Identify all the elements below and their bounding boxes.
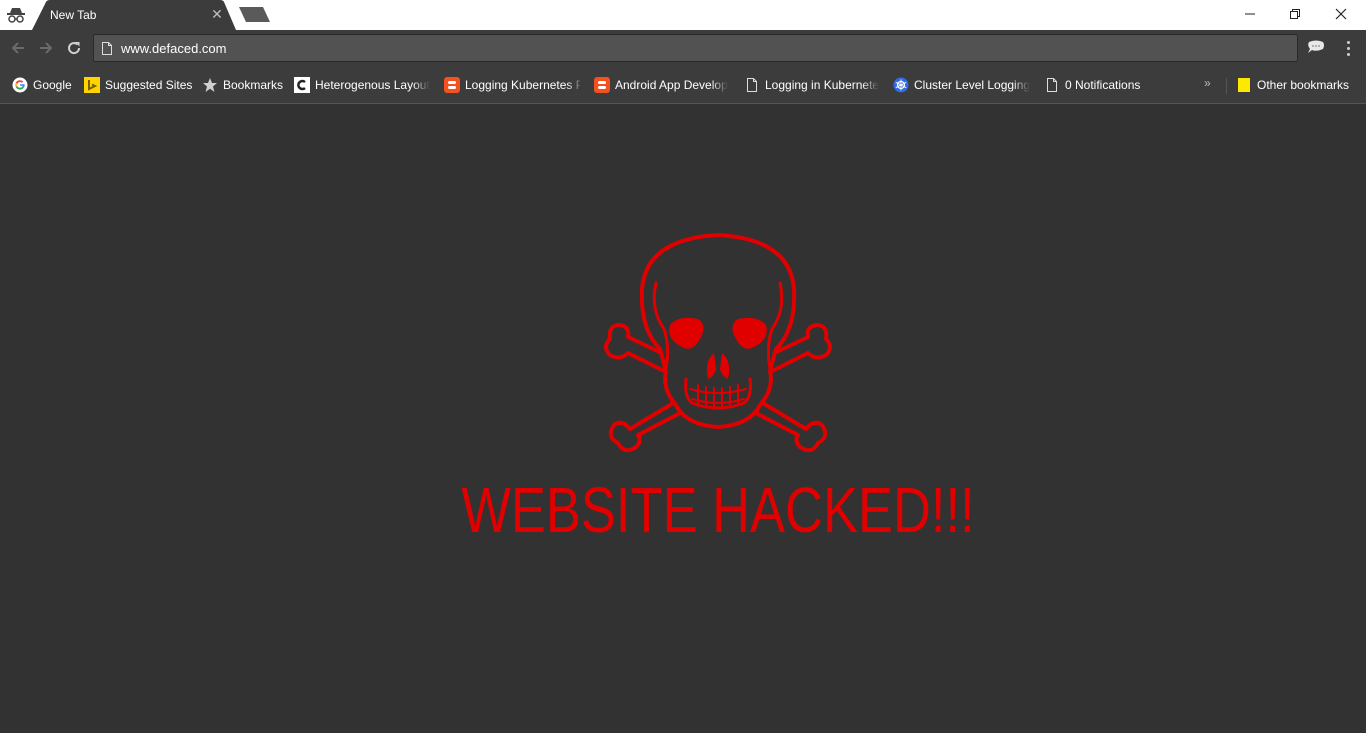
tab-title: New Tab (50, 8, 97, 22)
reload-button[interactable] (63, 37, 85, 59)
c-logo-icon (294, 77, 310, 93)
page-icon (1044, 77, 1060, 93)
bookmark-heterogenous-layout[interactable]: Heterogenous Layout (294, 76, 430, 94)
page-icon (102, 42, 112, 55)
tab-close-icon[interactable]: ✕ (210, 6, 224, 22)
bookmark-label: Google (33, 78, 72, 92)
close-window-button[interactable] (1318, 0, 1364, 28)
reload-icon (68, 42, 81, 55)
toolbar: www.defaced.com (0, 30, 1366, 66)
arrow-right-icon (40, 42, 53, 54)
url-text[interactable]: www.defaced.com (121, 41, 227, 56)
hacked-headline: WEBSITE HACKED!!! (461, 474, 975, 546)
star-icon (202, 77, 218, 93)
bookmark-label: Logging Kubernetes P (465, 78, 580, 92)
bookmarks-bar: Google Suggested Sites Bookmarks Heterog… (0, 66, 1366, 104)
bookmark-label: Android App Develop (615, 78, 728, 92)
forward-button[interactable] (35, 37, 57, 59)
bookmark-android-app[interactable]: Android App Develop (594, 76, 730, 94)
bookmark-logging-in-kubernetes[interactable]: Logging in Kubernete (744, 76, 880, 94)
bookmark-notifications[interactable]: 0 Notifications (1044, 76, 1140, 94)
new-tab-button[interactable] (237, 7, 273, 23)
folder-icon (1236, 77, 1252, 93)
title-bar: New Tab ✕ (0, 0, 1366, 30)
minimize-button[interactable] (1227, 0, 1273, 28)
kubernetes-icon (893, 77, 909, 93)
bookmark-label: Cluster Level Logging (914, 78, 1031, 92)
back-button[interactable] (7, 37, 29, 59)
other-bookmarks[interactable]: Other bookmarks (1236, 76, 1349, 94)
google-icon (12, 77, 28, 93)
menu-icon[interactable] (1340, 39, 1356, 57)
bookmark-logging-kubernetes[interactable]: Logging Kubernetes P (444, 76, 580, 94)
skull-and-crossbones-icon (604, 233, 832, 453)
bookmark-cluster-level-logging[interactable]: Cluster Level Logging (893, 76, 1031, 94)
bookmarks-divider (1226, 78, 1227, 94)
incognito-icon (6, 6, 26, 24)
bing-icon (84, 77, 100, 93)
bookmark-suggested-sites[interactable]: Suggested Sites (84, 76, 192, 94)
bookmark-label: Suggested Sites (105, 78, 193, 92)
close-icon (1335, 8, 1347, 20)
bookmark-label: 0 Notifications (1065, 78, 1141, 92)
bookmark-bookmarks[interactable]: Bookmarks (202, 76, 283, 94)
blogger-icon (444, 77, 460, 93)
page-content: WEBSITE HACKED!!! (0, 105, 1366, 733)
other-bookmarks-label: Other bookmarks (1257, 78, 1350, 92)
minimize-icon (1245, 13, 1255, 15)
bookmark-label: Bookmarks (223, 78, 284, 92)
restore-icon (1290, 9, 1300, 19)
page-icon (744, 77, 760, 93)
restore-button[interactable] (1272, 0, 1318, 28)
tab-new-tab[interactable]: New Tab ✕ (32, 0, 236, 30)
bookmark-label: Heterogenous Layout (315, 78, 430, 92)
blogger-icon (594, 77, 610, 93)
chat-extension-icon[interactable] (1306, 39, 1326, 57)
address-bar[interactable]: www.defaced.com (93, 34, 1298, 62)
bookmark-label: Logging in Kubernete (765, 78, 880, 92)
bookmarks-overflow-button[interactable]: » (1204, 76, 1211, 90)
bookmark-google[interactable]: Google (12, 76, 72, 94)
arrow-left-icon (11, 42, 24, 54)
